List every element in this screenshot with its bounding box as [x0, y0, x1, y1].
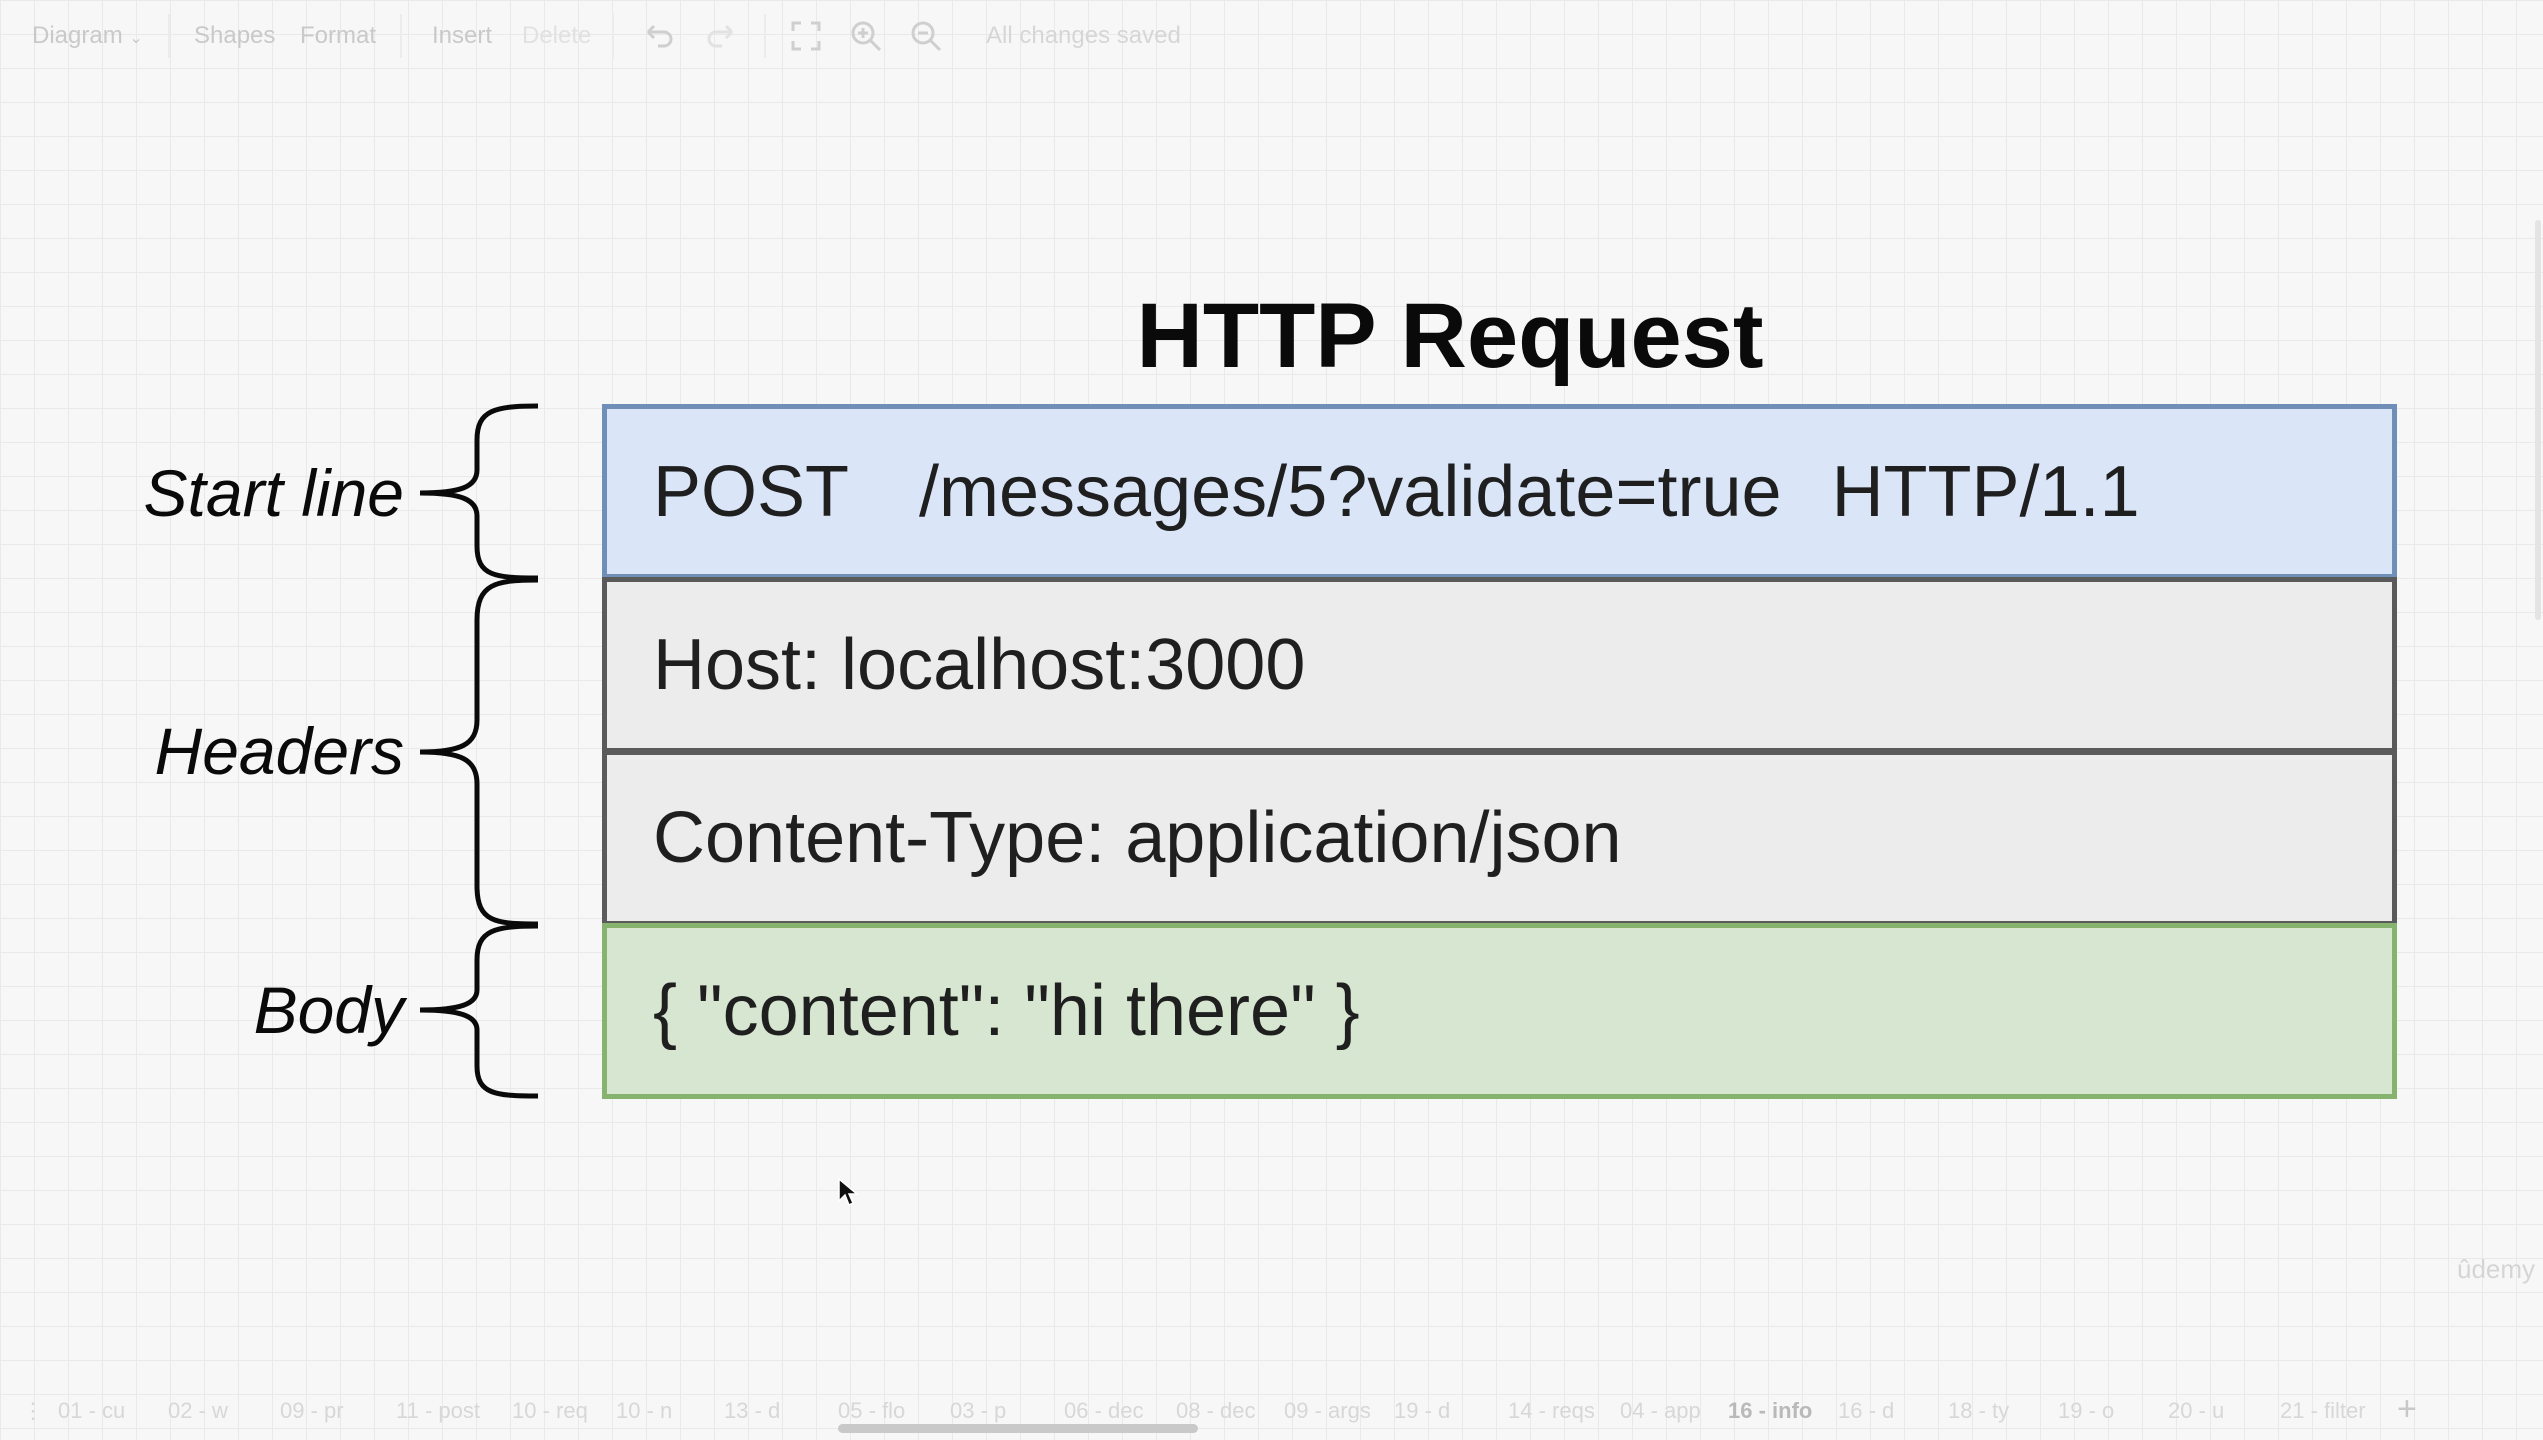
toolbar: Diagram ⌄ Shapes Format Insert Delete Al…	[0, 0, 2543, 74]
page-tab[interactable]: 11 - post	[396, 1398, 480, 1424]
toolbar-divider	[168, 14, 170, 58]
page-tab[interactable]: 06 - dec	[1064, 1398, 1144, 1424]
page-tab[interactable]: 03 - p	[950, 1398, 1006, 1424]
zoom-in-icon[interactable]	[848, 18, 884, 54]
body-box[interactable]: { "content": "hi there" }	[602, 923, 2397, 1099]
horizontal-scrollbar[interactable]	[838, 1424, 1198, 1433]
start-line-label[interactable]: Start line	[104, 455, 404, 531]
diagram-menu-label: Diagram	[32, 22, 123, 49]
mouse-cursor-icon	[838, 1177, 860, 1207]
page-tab[interactable]: 01 - cu	[58, 1398, 125, 1424]
udemy-watermark: ûdemy	[2457, 1254, 2536, 1284]
page-tab[interactable]: 09 - pr	[280, 1398, 344, 1424]
chevron-down-icon: ⌄	[129, 30, 143, 47]
page-tab[interactable]: 16 - d	[1838, 1398, 1894, 1424]
toolbar-divider	[400, 14, 402, 58]
page-tab[interactable]: 08 - dec	[1176, 1398, 1256, 1424]
redo-icon[interactable]	[704, 18, 740, 54]
page-tab[interactable]: 05 - flo	[838, 1398, 905, 1424]
request-method: POST	[653, 451, 850, 532]
format-button[interactable]: Format	[300, 22, 376, 50]
page-tab[interactable]: 10 - n	[616, 1398, 672, 1424]
page-tab[interactable]: 19 - d	[1394, 1398, 1450, 1424]
undo-icon[interactable]	[640, 18, 676, 54]
diagram-menu[interactable]: Diagram ⌄	[32, 22, 143, 50]
page-tab[interactable]: 13 - d	[724, 1398, 780, 1424]
body-text: { "content": "hi there" }	[653, 971, 1360, 1051]
body-brace	[419, 923, 539, 1099]
headers-brace	[419, 577, 539, 927]
diagram-title[interactable]: HTTP Request	[1000, 290, 1900, 382]
start-line-box[interactable]: POST /messages/5?validate=true HTTP/1.1	[602, 404, 2397, 579]
header-host-text: Host: localhost:3000	[653, 625, 1306, 705]
header-content-type-box[interactable]: Content-Type: application/json	[602, 750, 2397, 926]
page-tab[interactable]: 14 - reqs	[1508, 1398, 1595, 1424]
page-tab[interactable]: 20 - u	[2168, 1398, 2224, 1424]
page-tab-active[interactable]: 16 - info	[1728, 1398, 1812, 1424]
page-tab[interactable]: 10 - req	[512, 1398, 588, 1424]
add-page-icon[interactable]: +	[2397, 1390, 2417, 1429]
page-tab-bar: ⋮ 01 - cu 02 - w 09 - pr 11 - post 10 - …	[0, 1388, 2543, 1440]
header-host-box[interactable]: Host: localhost:3000	[602, 577, 2397, 753]
vertical-scrollbar[interactable]	[2535, 220, 2541, 620]
toolbar-divider	[764, 14, 766, 58]
page-tab[interactable]: 18 - ty	[1948, 1398, 2009, 1424]
toolbar-divider	[612, 14, 614, 58]
page-tab[interactable]: 04 - app	[1620, 1398, 1701, 1424]
page-tab[interactable]: 02 - w	[168, 1398, 228, 1424]
insert-button[interactable]: Insert	[432, 22, 492, 50]
save-status: All changes saved	[986, 22, 1181, 49]
zoom-out-icon[interactable]	[908, 18, 944, 54]
start-line-brace	[419, 403, 539, 581]
delete-button[interactable]: Delete	[522, 22, 591, 50]
tab-menu-icon[interactable]: ⋮	[22, 1398, 44, 1424]
shapes-button[interactable]: Shapes	[194, 22, 275, 50]
header-content-type-text: Content-Type: application/json	[653, 798, 1622, 878]
page-tab[interactable]: 09 - args	[1284, 1398, 1371, 1424]
http-version: HTTP/1.1	[1831, 451, 2140, 532]
page-tab[interactable]: 21 - filter	[2280, 1398, 2366, 1424]
headers-label[interactable]: Headers	[104, 713, 404, 789]
page-tab[interactable]: 19 - o	[2058, 1398, 2114, 1424]
body-label[interactable]: Body	[104, 972, 404, 1048]
fullscreen-icon[interactable]	[788, 18, 824, 54]
request-path: /messages/5?validate=true	[919, 451, 1782, 532]
